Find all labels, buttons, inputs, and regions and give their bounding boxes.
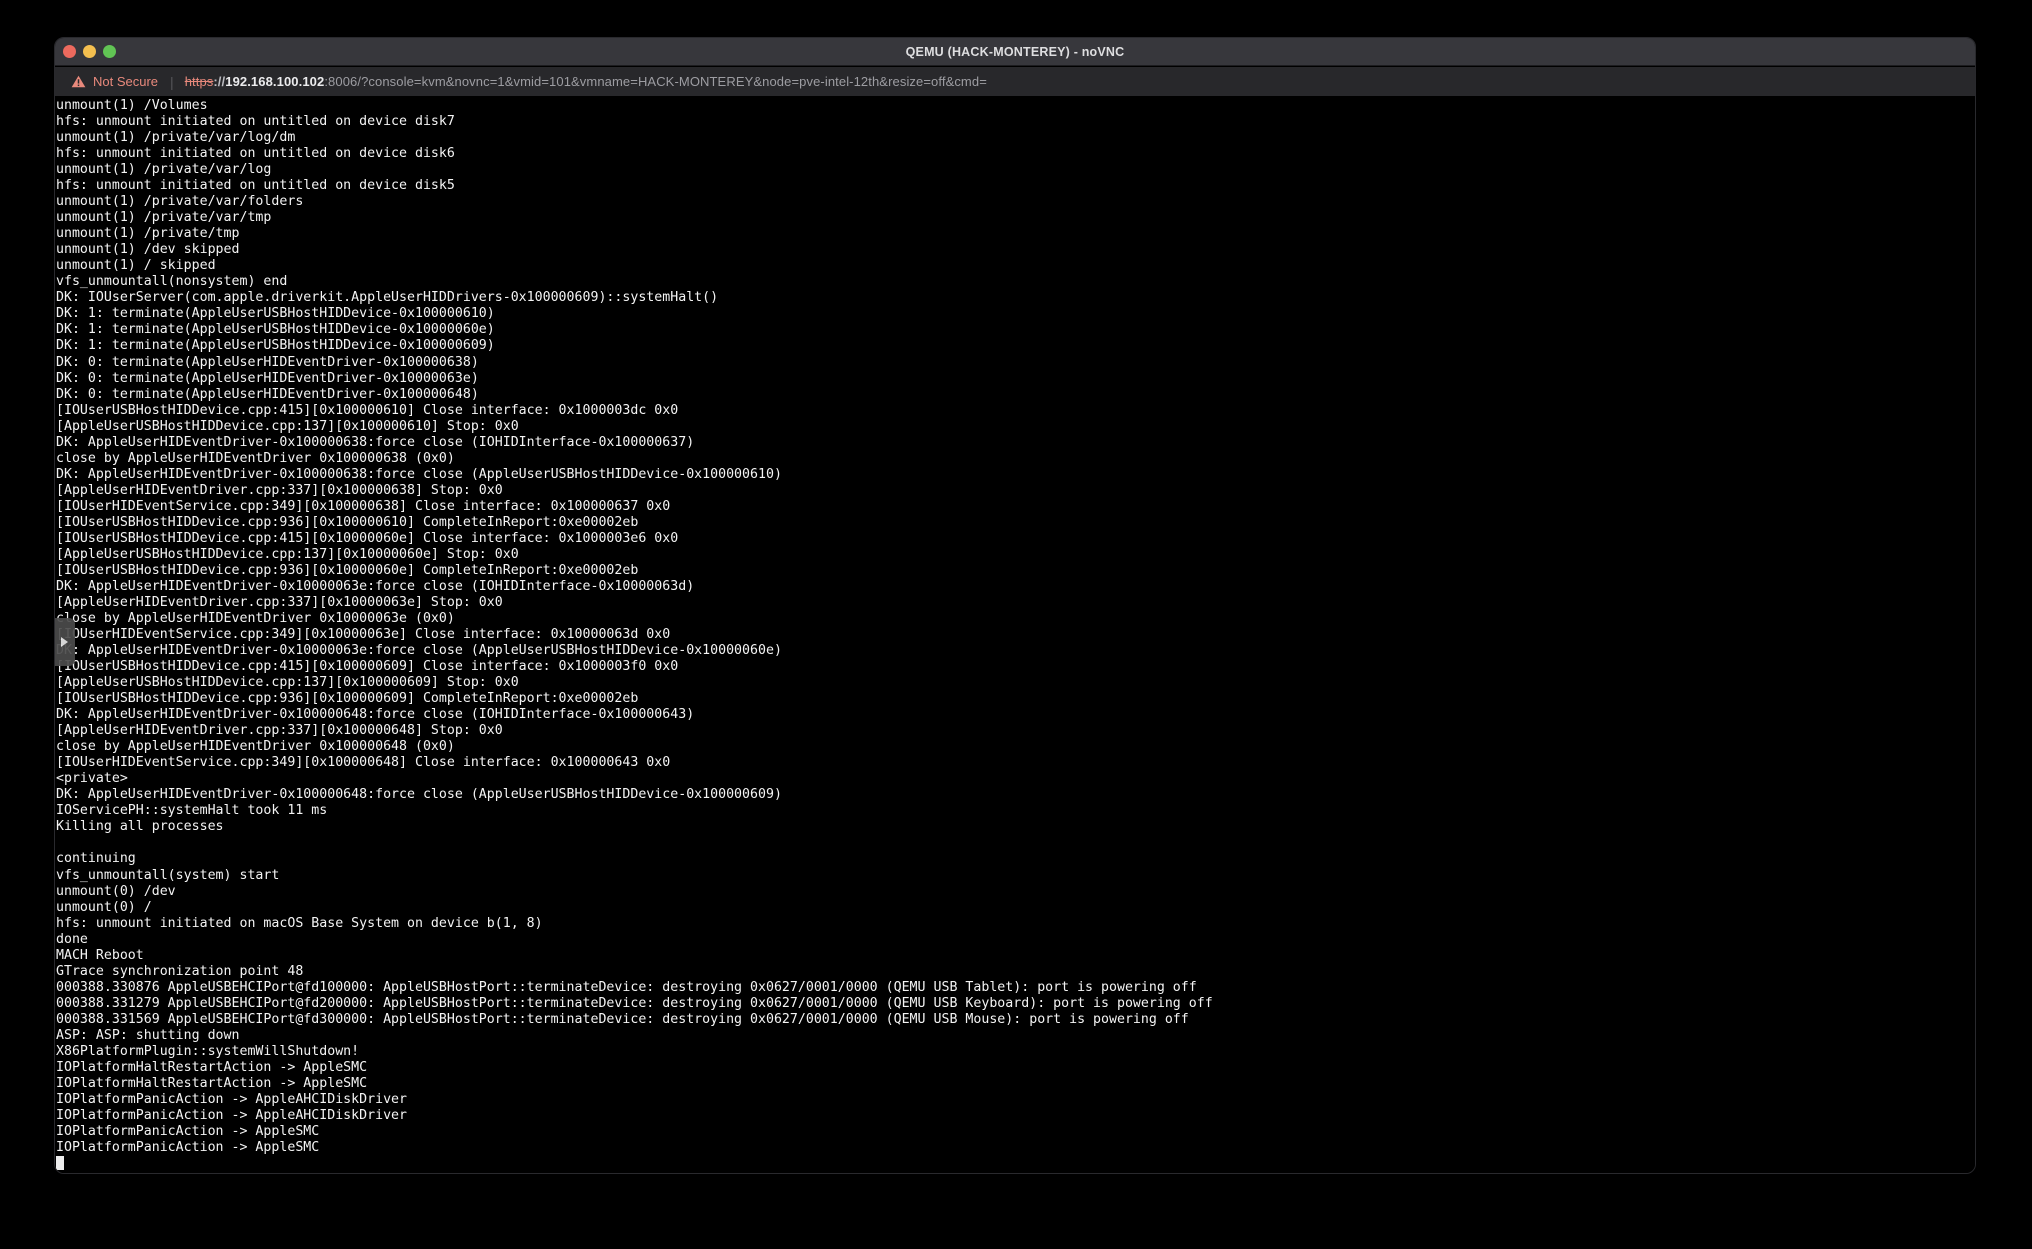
console-output: unmount(1) /Volumes hfs: unmount initiat… (56, 98, 1213, 1156)
terminal-cursor (56, 1156, 64, 1170)
zoom-window-button[interactable] (103, 45, 116, 58)
urlbar-separator: | (170, 74, 174, 90)
window-titlebar[interactable]: QEMU (HACK-MONTEREY) - noVNC (55, 38, 1975, 66)
url-slashes: :// (213, 74, 225, 89)
url-bar[interactable]: Not Secure | https://192.168.100.102:800… (55, 67, 1975, 96)
chevron-right-icon (61, 637, 68, 647)
warning-triangle-icon (71, 75, 86, 88)
window-title: QEMU (HACK-MONTEREY) - noVNC (906, 45, 1125, 59)
novnc-controlbar-handle[interactable] (55, 618, 75, 666)
not-secure-label[interactable]: Not Secure (93, 74, 158, 89)
minimize-window-button[interactable] (83, 45, 96, 58)
traffic-lights (63, 45, 116, 58)
url-host: 192.168.100.102 (225, 74, 324, 89)
url-path: :8006/?console=kvm&novnc=1&vmid=101&vmna… (324, 74, 987, 89)
close-window-button[interactable] (63, 45, 76, 58)
url-scheme: https (185, 74, 214, 89)
vnc-canvas[interactable]: unmount(1) /Volumes hfs: unmount initiat… (55, 96, 1975, 1173)
desktop: { "window": { "title": "QEMU (HACK-MONTE… (0, 0, 2032, 1249)
browser-window: QEMU (HACK-MONTEREY) - noVNC Not Secure … (54, 37, 1976, 1174)
address-text[interactable]: https://192.168.100.102:8006/?console=kv… (185, 74, 987, 89)
